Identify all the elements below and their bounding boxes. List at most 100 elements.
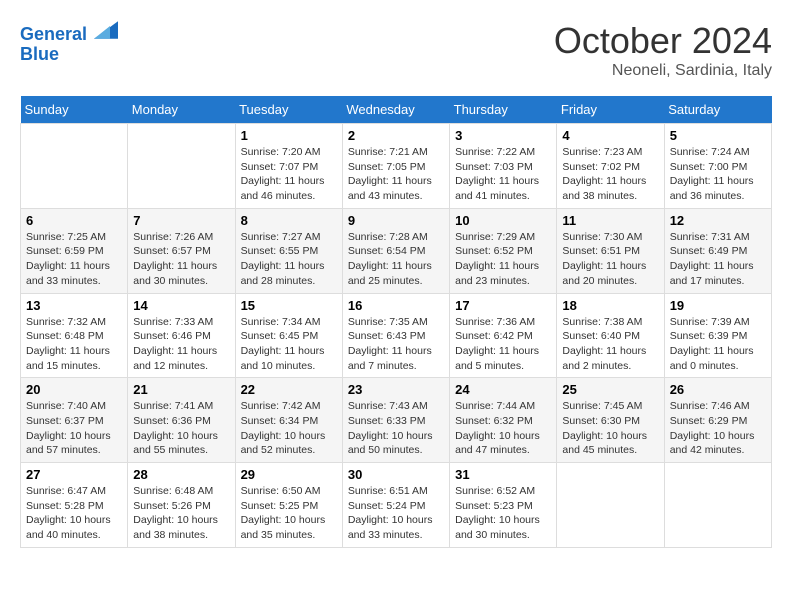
day-number: 8 xyxy=(241,213,337,228)
calendar-cell: 12Sunrise: 7:31 AM Sunset: 6:49 PM Dayli… xyxy=(664,208,771,293)
day-detail: Sunrise: 7:43 AM Sunset: 6:33 PM Dayligh… xyxy=(348,399,444,458)
calendar-cell xyxy=(664,463,771,548)
day-detail: Sunrise: 7:25 AM Sunset: 6:59 PM Dayligh… xyxy=(26,230,122,289)
day-number: 1 xyxy=(241,128,337,143)
day-detail: Sunrise: 6:52 AM Sunset: 5:23 PM Dayligh… xyxy=(455,484,551,543)
day-number: 6 xyxy=(26,213,122,228)
day-number: 28 xyxy=(133,467,229,482)
calendar-cell: 2 Sunrise: 7:21 AM Sunset: 7:05 PM Daylig… xyxy=(342,124,449,209)
day-detail: Sunrise: 7:40 AM Sunset: 6:37 PM Dayligh… xyxy=(26,399,122,458)
day-number: 27 xyxy=(26,467,122,482)
day-number: 19 xyxy=(670,298,766,313)
calendar-cell: 1 Sunrise: 7:20 AM Sunset: 7:07 PM Daylig… xyxy=(235,124,342,209)
day-detail: Sunrise: 7:35 AM Sunset: 6:43 PM Dayligh… xyxy=(348,315,444,374)
day-detail: Sunrise: 7:20 AM Sunset: 7:07 PM Dayligh… xyxy=(241,145,337,204)
day-number: 22 xyxy=(241,382,337,397)
calendar-cell: 28 Sunrise: 6:48 AM Sunset: 5:26 PM Dayli… xyxy=(128,463,235,548)
day-detail: Sunrise: 7:24 AM Sunset: 7:00 PM Dayligh… xyxy=(670,145,766,204)
day-detail: Sunrise: 7:42 AM Sunset: 6:34 PM Dayligh… xyxy=(241,399,337,458)
day-detail: Sunrise: 7:36 AM Sunset: 6:42 PM Dayligh… xyxy=(455,315,551,374)
day-detail: Sunrise: 6:51 AM Sunset: 5:24 PM Dayligh… xyxy=(348,484,444,543)
calendar-week-row: 1 Sunrise: 7:20 AM Sunset: 7:07 PM Daylig… xyxy=(21,124,772,209)
calendar-cell: 23 Sunrise: 7:43 AM Sunset: 6:33 PM Dayli… xyxy=(342,378,449,463)
calendar-week-row: 13Sunrise: 7:32 AM Sunset: 6:48 PM Dayli… xyxy=(21,293,772,378)
calendar-cell: 29 Sunrise: 6:50 AM Sunset: 5:25 PM Dayli… xyxy=(235,463,342,548)
day-number: 11 xyxy=(562,213,658,228)
calendar-cell: 30 Sunrise: 6:51 AM Sunset: 5:24 PM Dayli… xyxy=(342,463,449,548)
calendar-cell: 20 Sunrise: 7:40 AM Sunset: 6:37 PM Dayli… xyxy=(21,378,128,463)
header: General Blue October 2024 Neoneli, Sardi… xyxy=(20,20,772,80)
day-detail: Sunrise: 7:33 AM Sunset: 6:46 PM Dayligh… xyxy=(133,315,229,374)
calendar-cell: 17Sunrise: 7:36 AM Sunset: 6:42 PM Dayli… xyxy=(450,293,557,378)
logo-text: General xyxy=(20,20,118,45)
calendar-day-header: Tuesday xyxy=(235,96,342,124)
main-title: October 2024 xyxy=(554,20,772,62)
day-number: 25 xyxy=(562,382,658,397)
day-detail: Sunrise: 6:48 AM Sunset: 5:26 PM Dayligh… xyxy=(133,484,229,543)
day-detail: Sunrise: 7:28 AM Sunset: 6:54 PM Dayligh… xyxy=(348,230,444,289)
day-detail: Sunrise: 7:44 AM Sunset: 6:32 PM Dayligh… xyxy=(455,399,551,458)
calendar-cell xyxy=(557,463,664,548)
day-detail: Sunrise: 7:38 AM Sunset: 6:40 PM Dayligh… xyxy=(562,315,658,374)
calendar-cell: 18 Sunrise: 7:38 AM Sunset: 6:40 PM Dayli… xyxy=(557,293,664,378)
day-detail: Sunrise: 7:46 AM Sunset: 6:29 PM Dayligh… xyxy=(670,399,766,458)
calendar-day-header: Friday xyxy=(557,96,664,124)
day-number: 15 xyxy=(241,298,337,313)
calendar-table: SundayMondayTuesdayWednesdayThursdayFrid… xyxy=(20,96,772,548)
day-detail: Sunrise: 7:21 AM Sunset: 7:05 PM Dayligh… xyxy=(348,145,444,204)
logo-line2: Blue xyxy=(20,45,118,65)
calendar-cell: 8Sunrise: 7:27 AM Sunset: 6:55 PM Daylig… xyxy=(235,208,342,293)
calendar-cell: 15 Sunrise: 7:34 AM Sunset: 6:45 PM Dayli… xyxy=(235,293,342,378)
calendar-cell: 11 Sunrise: 7:30 AM Sunset: 6:51 PM Dayli… xyxy=(557,208,664,293)
day-number: 23 xyxy=(348,382,444,397)
calendar-cell: 27Sunrise: 6:47 AM Sunset: 5:28 PM Dayli… xyxy=(21,463,128,548)
calendar-cell: 6 Sunrise: 7:25 AM Sunset: 6:59 PM Daylig… xyxy=(21,208,128,293)
day-number: 9 xyxy=(348,213,444,228)
day-detail: Sunrise: 7:34 AM Sunset: 6:45 PM Dayligh… xyxy=(241,315,337,374)
day-detail: Sunrise: 7:23 AM Sunset: 7:02 PM Dayligh… xyxy=(562,145,658,204)
logo: General Blue xyxy=(20,20,118,65)
calendar-day-header: Sunday xyxy=(21,96,128,124)
calendar-day-header: Saturday xyxy=(664,96,771,124)
calendar-cell: 3Sunrise: 7:22 AM Sunset: 7:03 PM Daylig… xyxy=(450,124,557,209)
title-block: October 2024 Neoneli, Sardinia, Italy xyxy=(554,20,772,80)
day-detail: Sunrise: 6:50 AM Sunset: 5:25 PM Dayligh… xyxy=(241,484,337,543)
calendar-week-row: 20 Sunrise: 7:40 AM Sunset: 6:37 PM Dayli… xyxy=(21,378,772,463)
day-number: 31 xyxy=(455,467,551,482)
day-detail: Sunrise: 7:29 AM Sunset: 6:52 PM Dayligh… xyxy=(455,230,551,289)
calendar-cell: 31 Sunrise: 6:52 AM Sunset: 5:23 PM Dayli… xyxy=(450,463,557,548)
subtitle: Neoneli, Sardinia, Italy xyxy=(554,62,772,80)
calendar-week-row: 6 Sunrise: 7:25 AM Sunset: 6:59 PM Daylig… xyxy=(21,208,772,293)
day-detail: Sunrise: 7:30 AM Sunset: 6:51 PM Dayligh… xyxy=(562,230,658,289)
calendar-cell: 16 Sunrise: 7:35 AM Sunset: 6:43 PM Dayli… xyxy=(342,293,449,378)
day-number: 18 xyxy=(562,298,658,313)
day-number: 2 xyxy=(348,128,444,143)
calendar-cell: 19Sunrise: 7:39 AM Sunset: 6:39 PM Dayli… xyxy=(664,293,771,378)
day-detail: Sunrise: 7:26 AM Sunset: 6:57 PM Dayligh… xyxy=(133,230,229,289)
calendar-cell: 25 Sunrise: 7:45 AM Sunset: 6:30 PM Dayli… xyxy=(557,378,664,463)
calendar-day-header: Wednesday xyxy=(342,96,449,124)
day-number: 30 xyxy=(348,467,444,482)
day-number: 14 xyxy=(133,298,229,313)
day-detail: Sunrise: 7:45 AM Sunset: 6:30 PM Dayligh… xyxy=(562,399,658,458)
day-number: 21 xyxy=(133,382,229,397)
day-number: 20 xyxy=(26,382,122,397)
day-number: 16 xyxy=(348,298,444,313)
day-number: 13 xyxy=(26,298,122,313)
calendar-cell: 13Sunrise: 7:32 AM Sunset: 6:48 PM Dayli… xyxy=(21,293,128,378)
calendar-cell: 22 Sunrise: 7:42 AM Sunset: 6:34 PM Dayli… xyxy=(235,378,342,463)
day-number: 10 xyxy=(455,213,551,228)
day-number: 24 xyxy=(455,382,551,397)
day-detail: Sunrise: 7:31 AM Sunset: 6:49 PM Dayligh… xyxy=(670,230,766,289)
calendar-cell: 9 Sunrise: 7:28 AM Sunset: 6:54 PM Daylig… xyxy=(342,208,449,293)
calendar-cell: 21Sunrise: 7:41 AM Sunset: 6:36 PM Dayli… xyxy=(128,378,235,463)
calendar-cell: 4Sunrise: 7:23 AM Sunset: 7:02 PM Daylig… xyxy=(557,124,664,209)
calendar-cell: 5 Sunrise: 7:24 AM Sunset: 7:00 PM Daylig… xyxy=(664,124,771,209)
day-number: 29 xyxy=(241,467,337,482)
day-number: 7 xyxy=(133,213,229,228)
day-number: 5 xyxy=(670,128,766,143)
calendar-cell xyxy=(128,124,235,209)
calendar-day-header: Monday xyxy=(128,96,235,124)
calendar-week-row: 27Sunrise: 6:47 AM Sunset: 5:28 PM Dayli… xyxy=(21,463,772,548)
calendar-cell: 10 Sunrise: 7:29 AM Sunset: 6:52 PM Dayli… xyxy=(450,208,557,293)
